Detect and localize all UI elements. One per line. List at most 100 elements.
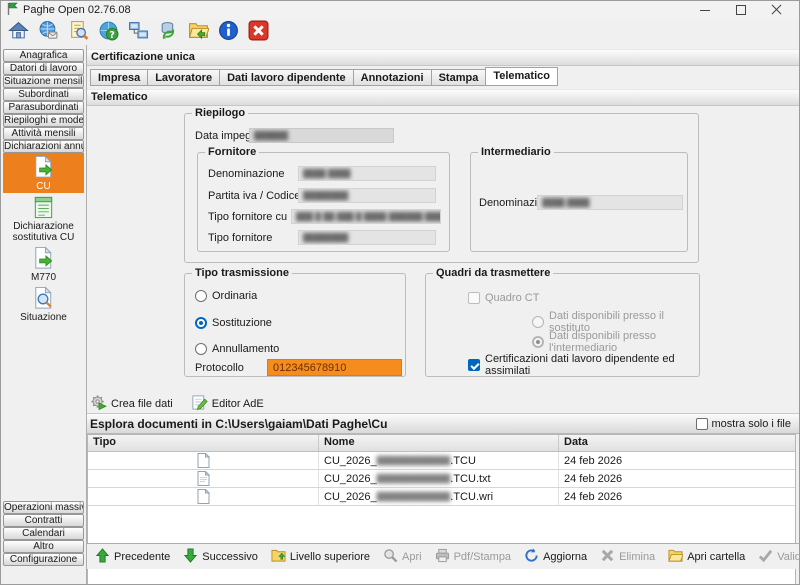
aggiorna-button[interactable]: Aggiorna bbox=[524, 548, 587, 566]
m770-document-icon bbox=[31, 246, 56, 271]
sidebar-item-contratti[interactable]: Contratti bbox=[3, 514, 84, 527]
sidebar-item-attivita-mensili[interactable]: Attività mensili bbox=[3, 127, 84, 140]
table-row[interactable]: CU_2026_█████████████.TCU.wri 24 feb 202… bbox=[88, 488, 795, 506]
magnifier-gray-icon bbox=[383, 548, 398, 566]
network-icon bbox=[128, 20, 149, 44]
window-title: Paghe Open 02.76.08 bbox=[23, 4, 131, 16]
tipo-fornitore-field: ████████ bbox=[298, 230, 436, 245]
checkbox-certificazioni[interactable]: Certificazioni dati lavoro dipendente ed… bbox=[468, 358, 699, 372]
partita-iva-value: ████████ bbox=[303, 191, 348, 200]
protocollo-field[interactable]: 012345678910 bbox=[267, 359, 402, 376]
checkbox-checked-icon bbox=[468, 359, 480, 371]
close-button[interactable] bbox=[771, 4, 783, 16]
apri-cartella-button[interactable]: Apri cartella bbox=[668, 548, 745, 566]
radio-label: Annullamento bbox=[212, 343, 279, 355]
tipo-fornitore-value: ████████ bbox=[303, 233, 348, 242]
sidebar-item-situazione[interactable]: Situazione bbox=[3, 284, 84, 324]
checkbox-label: Quadro CT bbox=[485, 292, 539, 304]
quadri-title: Quadri da trasmettere bbox=[433, 267, 553, 279]
explorer-header: Esplora documenti in C:\Users\gaiam\Dati… bbox=[87, 413, 799, 434]
file-icon bbox=[197, 471, 210, 486]
web-mail-icon bbox=[38, 20, 59, 44]
radio-dati-intermediario[interactable]: Dati disponibili presso l'intermediario bbox=[532, 335, 699, 349]
gear-play-icon bbox=[90, 394, 107, 414]
actions-row: Crea file dati Editor AdE bbox=[90, 394, 264, 414]
sidebar-item-altro[interactable]: Altro bbox=[3, 540, 84, 553]
sidebar-item-anagrafica[interactable]: Anagrafica bbox=[3, 49, 84, 62]
sidebar-item-dichiarazione-sostitutiva-cu[interactable]: Dichiarazione sostitutiva CU bbox=[3, 193, 84, 244]
folder-open-icon bbox=[668, 548, 683, 566]
pdf-stampa-button: Pdf/Stampa bbox=[435, 548, 511, 566]
sidebar-item-cu[interactable]: CU bbox=[3, 153, 84, 193]
sidebar-item-label: Dichiarazione sostitutiva CU bbox=[3, 221, 84, 243]
minimize-button[interactable] bbox=[699, 4, 711, 16]
web-button[interactable] bbox=[36, 20, 60, 44]
tab-telematico[interactable]: Telematico bbox=[485, 67, 558, 86]
editor-ade-button[interactable]: Editor AdE bbox=[191, 394, 264, 414]
checkbox-quadro-ct[interactable]: Quadro CT bbox=[468, 291, 539, 305]
successivo-button[interactable]: Successivo bbox=[183, 548, 258, 566]
search-document-button[interactable] bbox=[66, 20, 90, 44]
edit-pencil-icon bbox=[191, 394, 208, 414]
arrow-up-green-icon bbox=[95, 548, 110, 566]
sidebar-item-m770[interactable]: M770 bbox=[3, 244, 84, 284]
network-button[interactable] bbox=[126, 20, 150, 44]
sidebar-item-parasubordinati[interactable]: Parasubordinati bbox=[3, 101, 84, 114]
livello-superiore-button[interactable]: Livello superiore bbox=[271, 548, 370, 566]
main-toolbar: ? bbox=[1, 19, 799, 45]
column-header-tipo[interactable]: Tipo bbox=[88, 435, 319, 451]
tipo-fornitore-cu-value: ███ █ ██ ███ █ ████ ██████ ████ bbox=[296, 212, 441, 221]
content-area: Certificazione unica Impresa Lavoratore … bbox=[86, 45, 799, 585]
sidebar-item-situazione-mensile[interactable]: Situazione mensile bbox=[3, 75, 84, 88]
section-title: Telematico bbox=[87, 89, 799, 106]
tab-dati-lavoro-dipendente[interactable]: Dati lavoro dipendente bbox=[219, 69, 353, 86]
sidebar-item-operazioni-massive[interactable]: Operazioni massive bbox=[3, 501, 84, 514]
show-only-files-checkbox[interactable]: mostra solo i file bbox=[696, 418, 791, 430]
table-row[interactable]: CU_2026_█████████████.TCU 24 feb 2026 bbox=[88, 452, 795, 470]
crea-file-dati-button[interactable]: Crea file dati bbox=[90, 394, 173, 414]
tipo-trasmissione-title: Tipo trasmissione bbox=[192, 267, 292, 279]
tab-bar: Impresa Lavoratore Dati lavoro dipendent… bbox=[90, 67, 558, 86]
sidebar-item-configurazione[interactable]: Configurazione bbox=[3, 553, 84, 566]
tab-annotazioni[interactable]: Annotazioni bbox=[353, 69, 431, 86]
sidebar-item-riepiloghi-e-modelli[interactable]: Riepiloghi e modelli bbox=[3, 114, 84, 127]
sidebar-item-calendari[interactable]: Calendari bbox=[3, 527, 84, 540]
tab-impresa[interactable]: Impresa bbox=[90, 69, 147, 86]
radio-icon bbox=[532, 316, 544, 328]
radio-annullamento[interactable]: Annullamento bbox=[195, 342, 279, 356]
radio-ordinaria[interactable]: Ordinaria bbox=[195, 289, 257, 303]
tab-lavoratore[interactable]: Lavoratore bbox=[147, 69, 219, 86]
tab-stampa[interactable]: Stampa bbox=[431, 69, 486, 86]
sync-button[interactable] bbox=[156, 20, 180, 44]
radio-checked-icon bbox=[195, 317, 207, 329]
file-icon bbox=[197, 453, 210, 468]
x-gray-icon bbox=[600, 548, 615, 566]
column-header-data[interactable]: Data bbox=[559, 435, 795, 451]
home-button[interactable] bbox=[6, 20, 30, 44]
explorer-title: Esplora documenti in C:\Users\gaiam\Dati… bbox=[90, 417, 387, 431]
file-name: CU_2026_█████████████.TCU bbox=[319, 452, 559, 469]
page-title: Certificazione unica bbox=[87, 49, 799, 66]
checkbox-icon bbox=[696, 418, 708, 430]
help-button[interactable]: ? bbox=[96, 20, 120, 44]
tipo-fornitore-label: Tipo fornitore bbox=[208, 232, 272, 244]
maximize-button[interactable] bbox=[735, 4, 747, 16]
column-header-nome[interactable]: Nome bbox=[319, 435, 559, 451]
sidebar-item-datori-di-lavoro[interactable]: Datori di lavoro bbox=[3, 62, 84, 75]
document-search-icon bbox=[31, 286, 56, 311]
sidebar-item-subordinati[interactable]: Subordinati bbox=[3, 88, 84, 101]
partita-iva-field: ████████ bbox=[298, 188, 436, 203]
tipo-fornitore-cu-field: ███ █ ██ ███ █ ████ ██████ ████ bbox=[291, 209, 441, 224]
precedente-button[interactable]: Precedente bbox=[95, 548, 170, 566]
sidebar-item-dichiarazioni-annuali[interactable]: Dichiarazioni annuali bbox=[3, 140, 84, 153]
table-row[interactable]: CU_2026_█████████████.TCU.txt 24 feb 202… bbox=[88, 470, 795, 488]
open-folder-button[interactable] bbox=[186, 20, 210, 44]
tipo-fornitore-cu-label: Tipo fornitore cu bbox=[208, 211, 287, 223]
radio-dati-sostituto[interactable]: Dati disponibili presso il sostituto bbox=[532, 315, 699, 329]
sidebar-panel: CU Dichiarazione sostitutiva CU M770 Sit… bbox=[1, 153, 86, 324]
file-name: CU_2026_█████████████.TCU.txt bbox=[319, 470, 559, 487]
info-button[interactable] bbox=[216, 20, 240, 44]
intermediario-denominazione-field: ████ ████ bbox=[537, 195, 683, 210]
radio-sostituzione[interactable]: Sostituzione bbox=[195, 316, 272, 330]
exit-button[interactable] bbox=[246, 20, 270, 44]
